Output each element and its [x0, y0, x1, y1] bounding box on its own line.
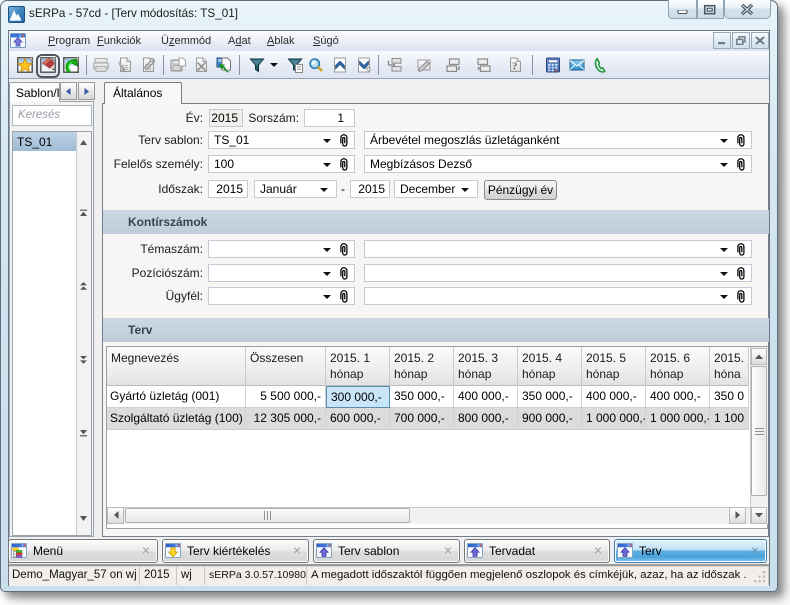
svg-text:?: ?	[512, 61, 518, 73]
